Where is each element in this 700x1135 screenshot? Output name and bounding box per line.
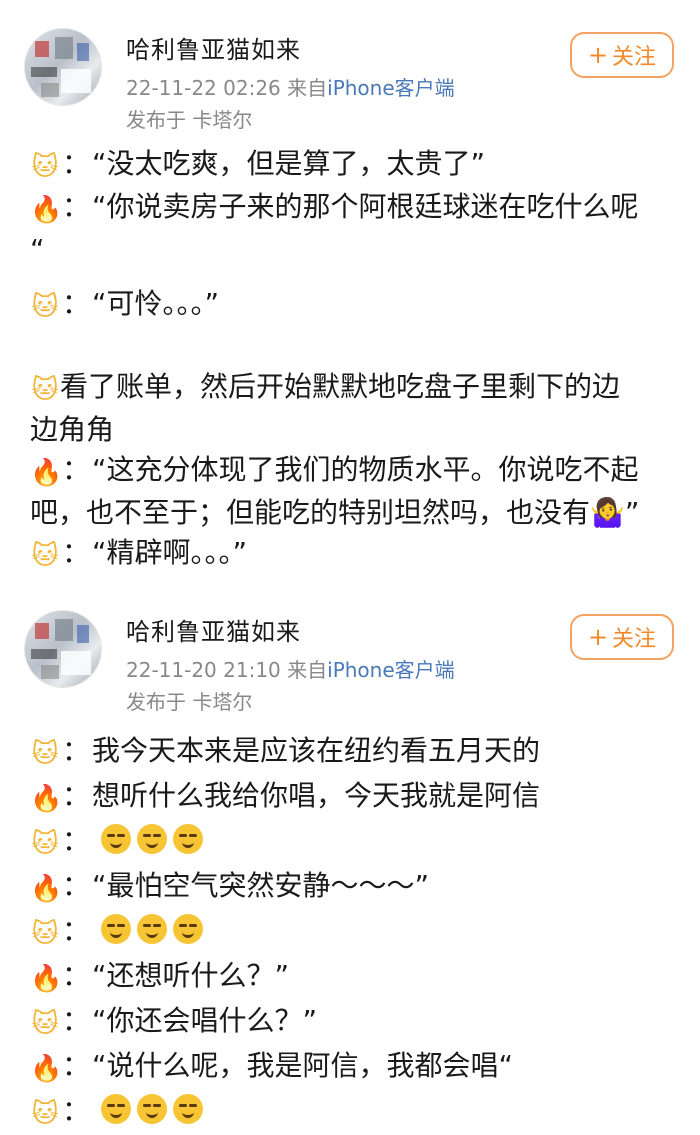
cat-icon: 🐱 (31, 739, 59, 769)
line-text: “这充分体现了我们的物质水平。你说吃不起 (92, 453, 639, 486)
line-text: “最怕空气突然安静～～～” (92, 869, 430, 902)
cat-icon: 🐱 (31, 541, 59, 571)
username[interactable]: 哈利鲁亚猫如来 (126, 612, 301, 647)
plus-icon: + (587, 41, 609, 69)
line-text: “还想听什么？” (92, 959, 290, 992)
sleepy-face-icon (172, 914, 203, 944)
fire-icon: 🔥 (30, 1054, 63, 1084)
chat-line: 🐱 ：“你还会唱什么？” (30, 1000, 676, 1045)
chat-line: 🐱 ：“可怜。。。” (30, 284, 676, 327)
chat-line: 🔥：想听什么我给你唱，今天我就是阿信 (30, 775, 676, 820)
chat-line: 🐱： (30, 820, 676, 865)
cat-icon: 🐱 (31, 292, 59, 322)
line-text: “精辟啊。。。” (92, 536, 248, 569)
cat-icon: 🐱 (31, 829, 59, 859)
avatar[interactable] (24, 28, 102, 106)
chat-line: 🔥：“说什么呢，我是阿信，我都会唱“ (30, 1045, 676, 1090)
post-meta: 22-11-20 21:10 来自iPhone客户端 (126, 654, 455, 683)
chat-line: 🐱： (30, 910, 676, 955)
follow-button[interactable]: + 关注 (570, 32, 674, 78)
avatar[interactable] (24, 610, 102, 688)
chat-line-continued: 边角角 (30, 410, 676, 450)
post-header: 哈利鲁亚猫如来 22-11-20 21:10 来自iPhone客户端 发布于 卡… (0, 582, 700, 714)
follow-label: 关注 (612, 45, 657, 70)
line-text: “可怜。。。” (92, 287, 220, 320)
post-content: 🐱 ：“没太吃爽，但是算了，太贵了” 🔥：“你说卖房子来的那个阿根廷球迷在吃什么呢… (0, 130, 700, 576)
line-text: “ (30, 233, 45, 266)
chat-line: 🐱： (30, 1090, 676, 1135)
line-text: “你还会唱什么？” (92, 1004, 318, 1037)
line-text: 边角角 (30, 413, 115, 446)
timestamp: 22-11-22 02:26 (126, 76, 281, 100)
chat-line: 🐱 ：我今天本来是应该在纽约看五月天的 (30, 730, 676, 775)
cat-icon: 🐱 (31, 375, 59, 405)
line-text: 想听什么我给你唱，今天我就是阿信 (92, 779, 541, 812)
cat-icon: 🐱 (31, 919, 59, 949)
cat-icon: 🐱 (31, 1009, 59, 1039)
source-link[interactable]: iPhone客户端 (327, 76, 455, 100)
sleepy-face-icon (100, 1094, 131, 1124)
sleepy-face-icon (100, 914, 131, 944)
chat-line: 🔥：“你说卖房子来的那个阿根廷球迷在吃什么呢 (30, 187, 676, 230)
sleepy-face-icon (100, 824, 131, 854)
source-prefix: 来自 (287, 658, 328, 682)
post-content: 🐱 ：我今天本来是应该在纽约看五月天的 🔥：想听什么我给你唱，今天我就是阿信 🐱：… (0, 718, 700, 1135)
sleepy-face-icon (172, 1094, 203, 1124)
username[interactable]: 哈利鲁亚猫如来 (126, 30, 301, 65)
line-text: 看了账单，然后开始默默地吃盘子里剩下的边 (60, 370, 621, 403)
chat-line: 🔥：“最怕空气突然安静～～～” (30, 865, 676, 910)
fire-icon: 🔥 (30, 195, 63, 225)
line-text: 我今天本来是应该在纽约看五月天的 (92, 734, 541, 767)
chat-line-continued: 吧，也不至于；但能吃的特别坦然吗，也没有🤷‍♀️” (30, 493, 676, 533)
chat-line-continued: “ (30, 230, 676, 270)
cat-icon: 🐱 (31, 1099, 59, 1129)
timestamp: 22-11-20 21:10 (126, 658, 281, 682)
chat-line: 🐱 ：“没太吃爽，但是算了，太贵了” (30, 144, 676, 187)
plus-icon: + (587, 623, 609, 651)
post-header: 哈利鲁亚猫如来 22-11-22 02:26 来自iPhone客户端 发布于 卡… (0, 0, 700, 132)
sleepy-face-icon (136, 914, 167, 944)
sleepy-face-icon (172, 824, 203, 854)
line-text: “你说卖房子来的那个阿根廷球迷在吃什么呢 (92, 190, 639, 223)
chat-line: 🐱看了账单，然后开始默默地吃盘子里剩下的边 (30, 367, 676, 410)
fire-icon: 🔥 (30, 874, 63, 904)
line-text: 吧，也不至于；但能吃的特别坦然吗，也没有🤷‍♀️” (30, 496, 640, 529)
location: 发布于 卡塔尔 (126, 108, 253, 132)
chat-line: 🔥：“这充分体现了我们的物质水平。你说吃不起 (30, 450, 676, 493)
fire-icon: 🔥 (30, 784, 63, 814)
follow-label: 关注 (612, 627, 657, 652)
source-link[interactable]: iPhone客户端 (327, 658, 455, 682)
location: 发布于 卡塔尔 (126, 690, 253, 714)
follow-button[interactable]: + 关注 (570, 614, 674, 660)
chat-line: 🐱 ：“精辟啊。。。” (30, 533, 676, 576)
sleepy-face-icon (136, 824, 167, 854)
weibo-post: 哈利鲁亚猫如来 22-11-20 21:10 来自iPhone客户端 发布于 卡… (0, 588, 700, 1135)
sleepy-face-icon (136, 1094, 167, 1124)
chat-line: 🔥：“还想听什么？” (30, 955, 676, 1000)
line-text: “说什么呢，我是阿信，我都会唱“ (92, 1049, 514, 1082)
cat-icon: 🐱 (31, 152, 59, 182)
line-text: “没太吃爽，但是算了，太贵了” (92, 147, 486, 180)
post-meta: 22-11-22 02:26 来自iPhone客户端 (126, 72, 455, 101)
fire-icon: 🔥 (30, 458, 63, 488)
source-prefix: 来自 (287, 76, 328, 100)
weibo-post: 哈利鲁亚猫如来 22-11-22 02:26 来自iPhone客户端 发布于 卡… (0, 0, 700, 576)
fire-icon: 🔥 (30, 964, 63, 994)
